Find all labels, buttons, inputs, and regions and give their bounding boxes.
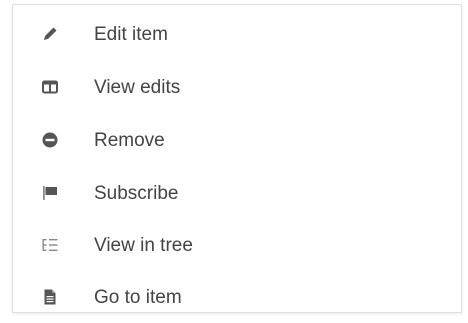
context-menu: Edit item View edits Remove Subscribe Vi… xyxy=(12,4,462,313)
menu-item-label: Remove xyxy=(94,129,165,151)
menu-item-label: Edit item xyxy=(94,23,168,45)
file-icon xyxy=(41,288,59,306)
tree-list-icon xyxy=(41,236,59,254)
columns-icon xyxy=(41,78,59,96)
minus-circle-icon xyxy=(41,131,59,149)
menu-item-edit-item[interactable]: Edit item xyxy=(13,8,461,60)
menu-item-label: Subscribe xyxy=(94,182,179,204)
menu-item-label: View edits xyxy=(94,76,181,98)
menu-item-label: Go to item xyxy=(94,286,182,308)
pencil-icon xyxy=(41,25,59,43)
flag-icon xyxy=(41,184,59,202)
menu-item-view-edits[interactable]: View edits xyxy=(13,61,461,113)
menu-item-subscribe[interactable]: Subscribe xyxy=(13,167,461,219)
menu-item-remove[interactable]: Remove xyxy=(13,114,461,166)
menu-item-go-to-item[interactable]: Go to item xyxy=(13,271,461,323)
menu-item-label: View in tree xyxy=(94,234,193,256)
menu-item-view-in-tree[interactable]: View in tree xyxy=(13,219,461,271)
